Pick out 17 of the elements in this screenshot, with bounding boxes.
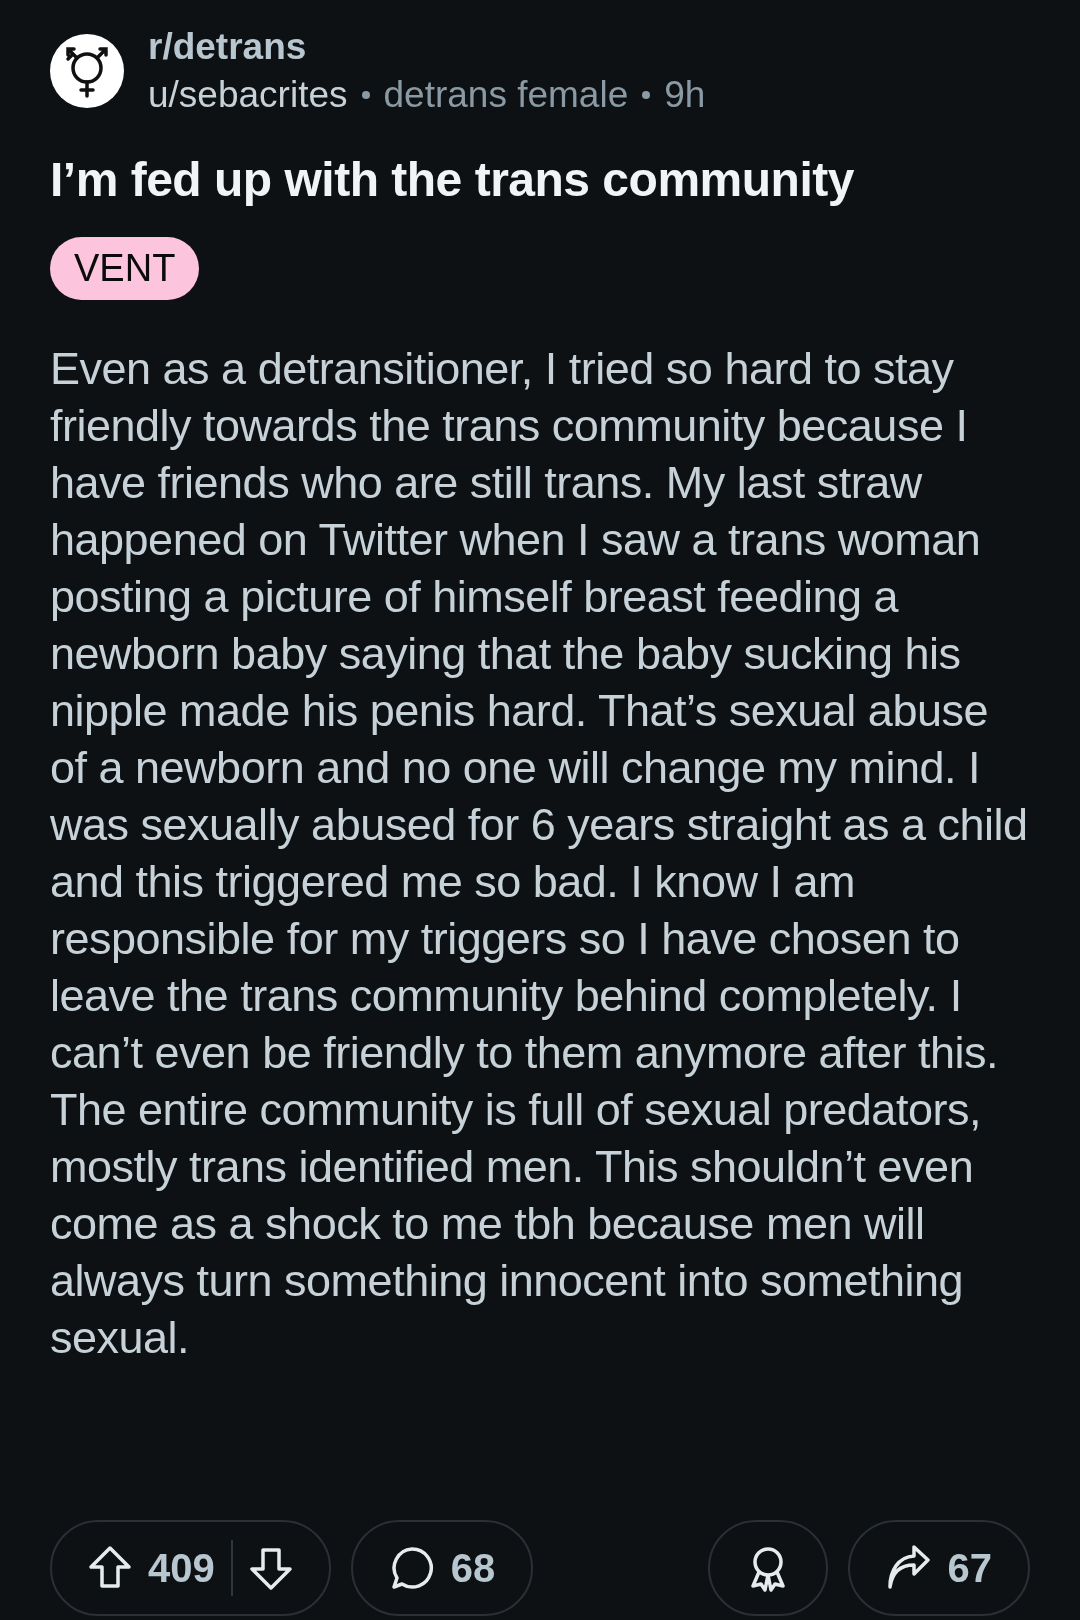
share-arrow-icon	[885, 1545, 932, 1591]
award-button[interactable]	[707, 1520, 828, 1616]
upvote-icon[interactable]	[88, 1545, 132, 1591]
username[interactable]: u/sebacrites	[148, 74, 348, 116]
share-button[interactable]: 67	[847, 1520, 1030, 1616]
post-age: 9h	[664, 74, 706, 116]
vote-count: 409	[148, 1545, 215, 1591]
post-body: Even as a detransitioner, I tried so hard to stay friendly towards the trans community because I have friends who are still trans. My last straw happened on Twitter when I saw a trans woman posting a picture of himself breast feeding a newborn baby saying that the baby sucking his nipple made his penis hard. That’s sexual abuse of a newborn and no one will change my mind. I was sexually abused for 6 years straight as a child and this triggered me so bad. I know I am responsible for my triggers so I have chosen to leave the trans community behind completely. I can’t even be friendly to them anymore after this. The entire community is full of sexual predators, mostly trans identified men. This shouldn’t even come as a shock to me tbh because men will always turn something innocent into something sexual.	[50, 342, 1029, 1365]
gender-symbol-icon	[50, 34, 124, 108]
user-flair: detrans female	[383, 74, 629, 116]
post-title: I’m fed up with the trans community	[50, 152, 855, 207]
separator-dot	[361, 91, 370, 99]
comments-button[interactable]: 68	[350, 1520, 534, 1616]
separator-dot	[642, 91, 651, 99]
subreddit-name[interactable]: r/detrans	[148, 26, 706, 68]
downvote-icon[interactable]	[248, 1545, 293, 1591]
post-flair-tag: VENT	[50, 237, 200, 300]
